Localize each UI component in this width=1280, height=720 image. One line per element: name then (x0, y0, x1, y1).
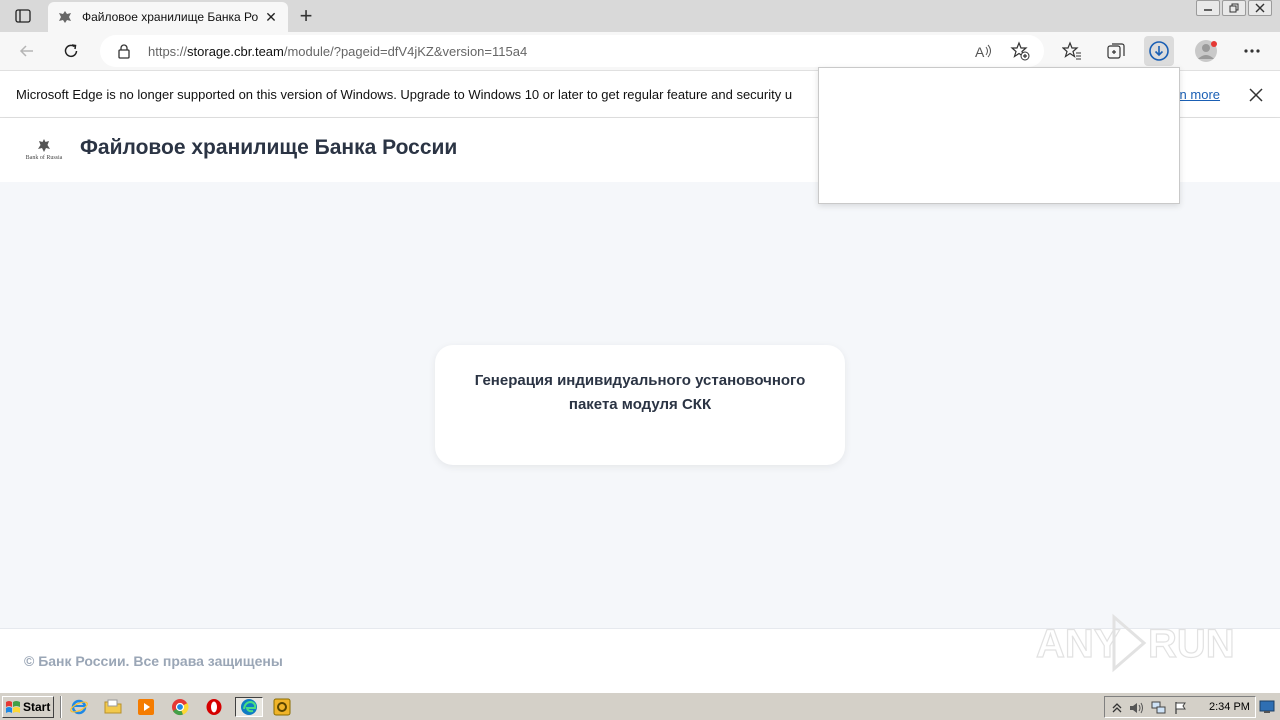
collections-icon[interactable] (1101, 36, 1131, 66)
network-icon[interactable] (1151, 700, 1167, 716)
lock-icon[interactable] (116, 43, 132, 59)
more-icon[interactable] (1237, 36, 1267, 66)
taskbar-separator (60, 696, 62, 718)
url-host: storage.cbr.team (187, 44, 284, 59)
main-content: Генерация индивидуального установочного … (0, 182, 1280, 628)
address-bar[interactable]: https://storage.cbr.team/module/?pageid=… (100, 35, 1044, 67)
windows-logo-icon (6, 701, 20, 713)
volume-icon[interactable] (1129, 700, 1145, 716)
restore-button[interactable] (1222, 0, 1246, 16)
refresh-icon[interactable] (56, 36, 86, 66)
svg-text:A: A (975, 44, 985, 60)
anyrun-watermark-logo: ANY RUN (1036, 613, 1235, 673)
bank-of-russia-logo[interactable]: Bank of Russia (22, 138, 66, 164)
taskbar-clock[interactable]: 2:34 PM (1209, 701, 1250, 713)
url-scheme: https:// (148, 44, 188, 59)
show-hidden-icons-icon[interactable] (1109, 700, 1125, 716)
double-eagle-icon (38, 139, 50, 152)
close-icon[interactable] (1244, 83, 1268, 107)
url-text[interactable]: https://storage.cbr.team/module/?pageid=… (148, 44, 527, 59)
url-path: /module/?pageid=dfV4jKZ&version=115a4 (283, 44, 528, 59)
site-footer: © Банк России. Все права защищены ANY RU… (0, 613, 1280, 692)
screen: Файловое хранилище Банка Ро ✕ + https://… (0, 0, 1280, 720)
tab-actions-icon[interactable] (8, 5, 38, 27)
favorites-icon[interactable] (1057, 36, 1087, 66)
profile-icon[interactable] (1191, 36, 1221, 66)
downloads-flyout[interactable] (818, 67, 1180, 204)
bank-emblem-icon (56, 8, 74, 26)
read-aloud-icon[interactable]: A (972, 39, 996, 63)
close-window-button[interactable] (1248, 0, 1272, 16)
chrome-icon[interactable] (169, 697, 191, 717)
svg-text:ANY: ANY (1036, 622, 1121, 666)
new-tab-button[interactable]: + (294, 3, 318, 28)
tab-title: Файловое хранилище Банка Ро (82, 10, 258, 24)
ie-icon[interactable] (68, 697, 90, 717)
action-center-flag-icon[interactable] (1173, 700, 1189, 716)
downloads-icon[interactable] (1144, 36, 1174, 66)
window-controls (1196, 0, 1272, 18)
tab-close-icon[interactable]: ✕ (262, 8, 280, 26)
infobar-message: Microsoft Edge is no longer supported on… (16, 87, 793, 102)
browser-tab[interactable]: Файловое хранилище Банка Ро ✕ (48, 2, 288, 32)
copyright-text: © Банк России. Все права защищены (24, 653, 283, 669)
show-desktop-icon[interactable] (1258, 697, 1276, 717)
edge-icon[interactable] (235, 697, 263, 717)
add-favorite-icon[interactable] (1008, 39, 1032, 63)
minimize-button[interactable] (1196, 0, 1220, 16)
start-label: Start (23, 700, 51, 714)
status-message: Генерация индивидуального установочного … (474, 372, 806, 413)
start-button[interactable]: Start (2, 696, 54, 718)
windows-taskbar: Start 2:34 PM (0, 692, 1280, 720)
status-card: Генерация индивидуального установочного … (435, 345, 845, 465)
outlook-icon[interactable] (271, 697, 293, 717)
logo-caption: Bank of Russia (25, 155, 63, 161)
svg-text:RUN: RUN (1148, 622, 1235, 666)
tab-strip: Файловое хранилище Банка Ро ✕ + (0, 0, 1280, 32)
system-tray: 2:34 PM (1104, 696, 1256, 718)
site-title: Файловое хранилище Банка России (80, 136, 458, 159)
explorer-folder-icon[interactable] (102, 697, 124, 717)
back-icon[interactable] (12, 36, 42, 66)
media-player-icon[interactable] (135, 697, 157, 717)
opera-icon[interactable] (203, 697, 225, 717)
browser-toolbar: https://storage.cbr.team/module/?pageid=… (0, 32, 1280, 70)
